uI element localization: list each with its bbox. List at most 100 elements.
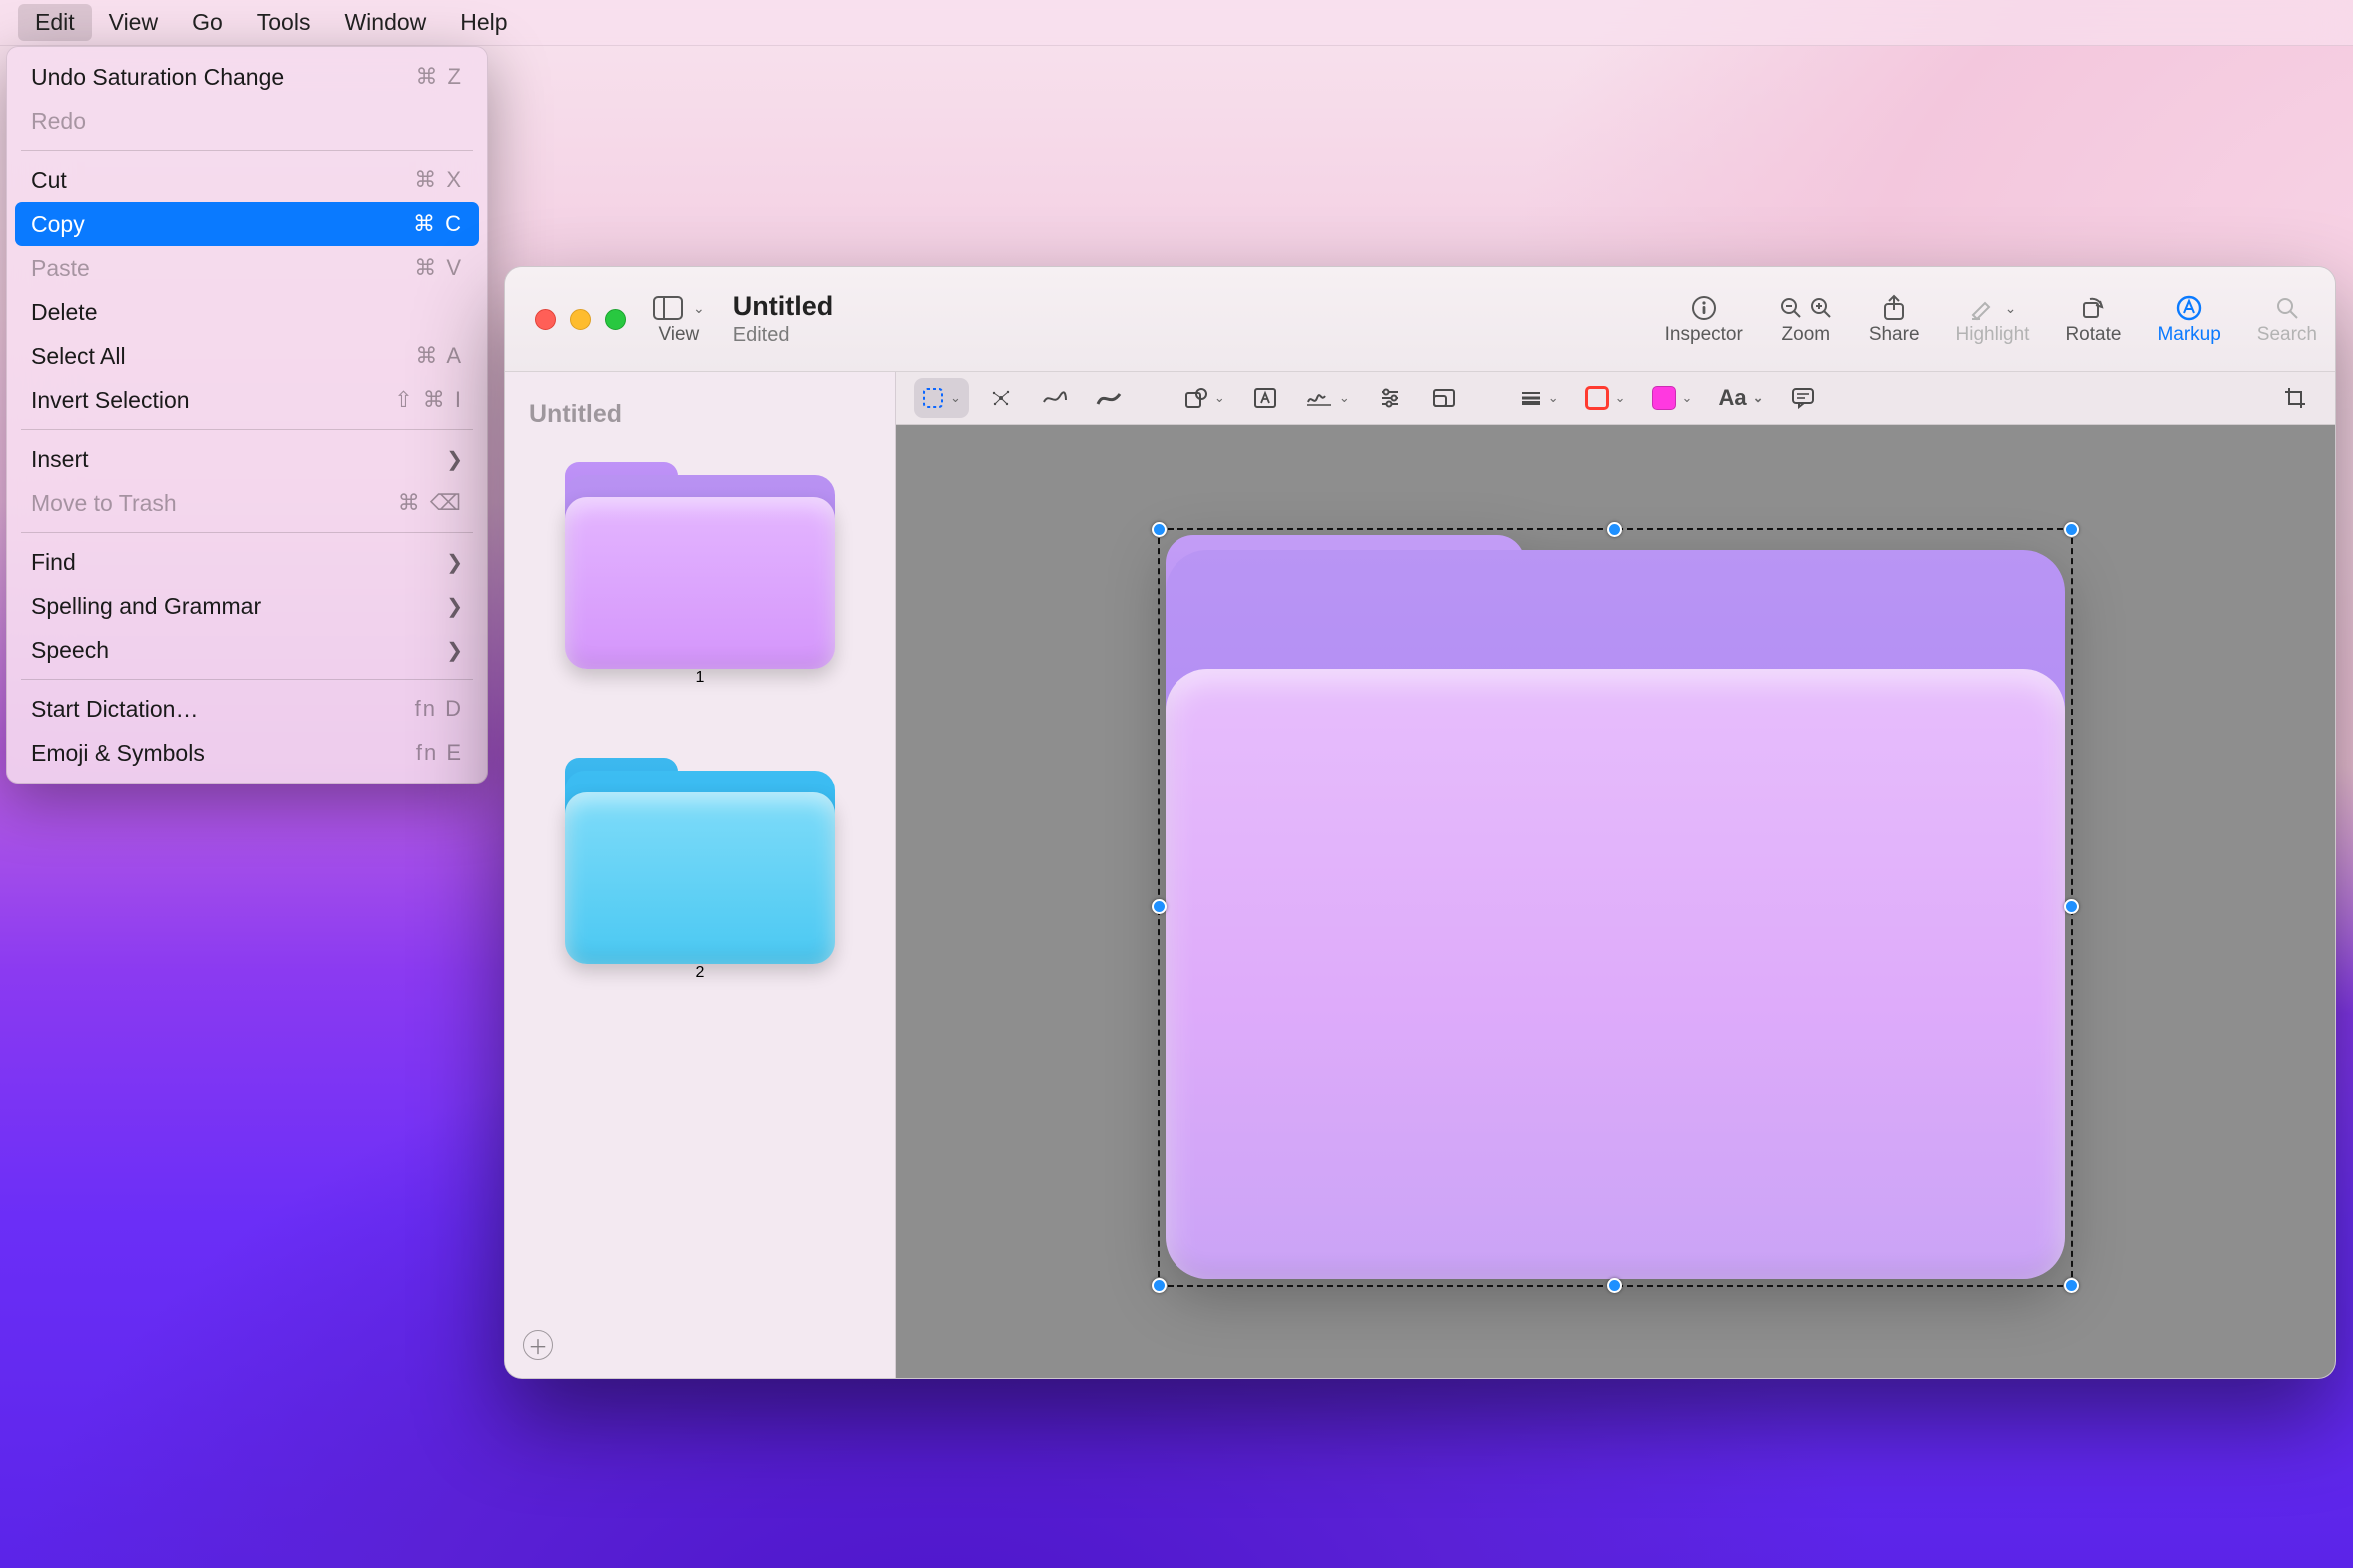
border-color-swatch <box>1585 386 1609 410</box>
toolbar-highlight: ⌄ Highlight <box>1938 267 2048 371</box>
menu-separator <box>21 532 473 533</box>
menu-item-undo[interactable]: Undo Saturation Change ⌘ Z <box>15 55 479 99</box>
toolbar-search[interactable]: Search <box>2239 267 2335 371</box>
menu-help[interactable]: Help <box>443 4 524 41</box>
window-titlebar[interactable]: ⌄ View Untitled Edited Inspector Zoom <box>505 267 2335 372</box>
menu-item-insert[interactable]: Insert ❯ <box>15 437 479 481</box>
adjust-color-button[interactable] <box>1368 378 1412 418</box>
add-page-button[interactable]: ＋ <box>523 1330 553 1360</box>
chevron-right-icon: ❯ <box>446 594 463 619</box>
menu-item-find[interactable]: Find ❯ <box>15 540 479 584</box>
menu-item-delete[interactable]: Delete <box>15 290 479 334</box>
toolbar-inspector[interactable]: Inspector <box>1647 267 1761 371</box>
image-canvas[interactable] <box>896 425 2335 1378</box>
crop-button[interactable] <box>2273 378 2317 418</box>
menu-item-shortcut: ⌘ Z <box>415 64 463 90</box>
sign-button[interactable]: ⌄ <box>1297 378 1358 418</box>
menu-item-label: Delete <box>31 299 97 326</box>
sketch-button[interactable] <box>1033 378 1077 418</box>
chevron-right-icon: ❯ <box>446 550 463 575</box>
chevron-right-icon: ❯ <box>446 638 463 663</box>
menu-item-label: Move to Trash <box>31 490 177 517</box>
instant-alpha-button[interactable] <box>979 378 1023 418</box>
selection-handle-ne[interactable] <box>2064 522 2079 537</box>
menu-item-redo: Redo <box>15 99 479 143</box>
selection-marquee[interactable] <box>1158 528 2073 1287</box>
chevron-down-icon: ⌄ <box>1339 390 1350 406</box>
menu-item-cut[interactable]: Cut ⌘ X <box>15 158 479 202</box>
window-traffic-lights <box>505 267 635 371</box>
toolbar-markup[interactable]: Markup <box>2139 267 2238 371</box>
shapes-button[interactable]: ⌄ <box>1176 378 1233 418</box>
menu-item-label: Paste <box>31 255 90 282</box>
selection-handle-w[interactable] <box>1152 899 1167 914</box>
menu-view[interactable]: View <box>92 4 175 41</box>
menu-item-label: Start Dictation… <box>31 696 198 723</box>
window-title-zone: Untitled Edited <box>723 267 874 371</box>
menu-go[interactable]: Go <box>175 4 240 41</box>
toolbar-rotate[interactable]: Rotate <box>2047 267 2139 371</box>
close-button[interactable] <box>535 309 556 330</box>
chevron-down-icon: ⌄ <box>1548 390 1559 406</box>
menu-tools[interactable]: Tools <box>240 4 328 41</box>
toolbar-label: Share <box>1869 324 1920 346</box>
text-style-button[interactable]: Aa ⌄ <box>1710 378 1771 418</box>
thumbnail-sidebar: Untitled 1 2 ＋ <box>505 372 896 1378</box>
fill-color-button[interactable]: ⌄ <box>1644 378 1701 418</box>
preview-window: ⌄ View Untitled Edited Inspector Zoom <box>504 266 2336 1379</box>
menu-item-shortcut: fn D <box>415 696 463 722</box>
toolbar-view[interactable]: ⌄ View <box>635 267 723 371</box>
sidebar-thumb-1[interactable]: 1 <box>523 449 877 687</box>
highlight-icon: ⌄ <box>1969 292 2017 324</box>
selection-handle-sw[interactable] <box>1152 1278 1167 1293</box>
selection-handle-n[interactable] <box>1607 522 1622 537</box>
markup-icon <box>2176 292 2202 324</box>
chevron-down-icon: ⌄ <box>1214 390 1225 406</box>
rotate-icon <box>2080 292 2106 324</box>
window-subtitle: Edited <box>733 324 834 347</box>
shape-style-button[interactable]: ⌄ <box>1512 378 1567 418</box>
menu-item-emoji[interactable]: Emoji & Symbols fn E <box>15 731 479 775</box>
chevron-down-icon: ⌄ <box>2005 300 2017 317</box>
toolbar-share[interactable]: Share <box>1851 267 1938 371</box>
menu-separator <box>21 150 473 151</box>
thumb-label: 2 <box>696 964 705 982</box>
minimize-button[interactable] <box>570 309 591 330</box>
menu-item-shortcut: ⇧ ⌘ I <box>394 387 463 413</box>
border-color-button[interactable]: ⌄ <box>1577 378 1634 418</box>
menu-item-label: Spelling and Grammar <box>31 593 261 620</box>
sidebar-header: Untitled <box>523 394 877 449</box>
selection-handle-se[interactable] <box>2064 1278 2079 1293</box>
adjust-size-button[interactable] <box>1422 378 1466 418</box>
menu-item-label: Insert <box>31 446 89 473</box>
zoom-icon <box>1779 292 1833 324</box>
selection-handle-nw[interactable] <box>1152 522 1167 537</box>
menu-item-copy[interactable]: Copy ⌘ C <box>15 202 479 246</box>
share-icon <box>1882 292 1906 324</box>
menu-item-select-all[interactable]: Select All ⌘ A <box>15 334 479 378</box>
toolbar-label: Zoom <box>1782 324 1831 346</box>
selection-handle-s[interactable] <box>1607 1278 1622 1293</box>
menu-item-shortcut: fn E <box>416 740 463 766</box>
menu-item-speech[interactable]: Speech ❯ <box>15 628 479 672</box>
draw-button[interactable] <box>1087 378 1131 418</box>
menu-item-label: Find <box>31 549 76 576</box>
chevron-down-icon: ⌄ <box>693 300 705 317</box>
info-icon <box>1691 292 1717 324</box>
selection-handle-e[interactable] <box>2064 899 2079 914</box>
menu-window[interactable]: Window <box>327 4 443 41</box>
menu-item-start-dictation[interactable]: Start Dictation… fn D <box>15 687 479 731</box>
toolbar-zoom[interactable]: Zoom <box>1761 267 1851 371</box>
menu-item-spelling[interactable]: Spelling and Grammar ❯ <box>15 584 479 628</box>
menu-item-paste: Paste ⌘ V <box>15 246 479 290</box>
text-box-button[interactable] <box>1243 378 1287 418</box>
menu-edit[interactable]: Edit <box>18 4 92 41</box>
menu-item-label: Emoji & Symbols <box>31 740 205 767</box>
fullscreen-button[interactable] <box>605 309 626 330</box>
selection-tool-button[interactable]: ⌄ <box>914 378 969 418</box>
sidebar-thumb-2[interactable]: 2 <box>523 745 877 982</box>
thumb-label: 1 <box>696 669 705 687</box>
annotate-button[interactable] <box>1781 378 1825 418</box>
menu-item-invert-selection[interactable]: Invert Selection ⇧ ⌘ I <box>15 378 479 422</box>
menu-item-label: Undo Saturation Change <box>31 64 284 91</box>
